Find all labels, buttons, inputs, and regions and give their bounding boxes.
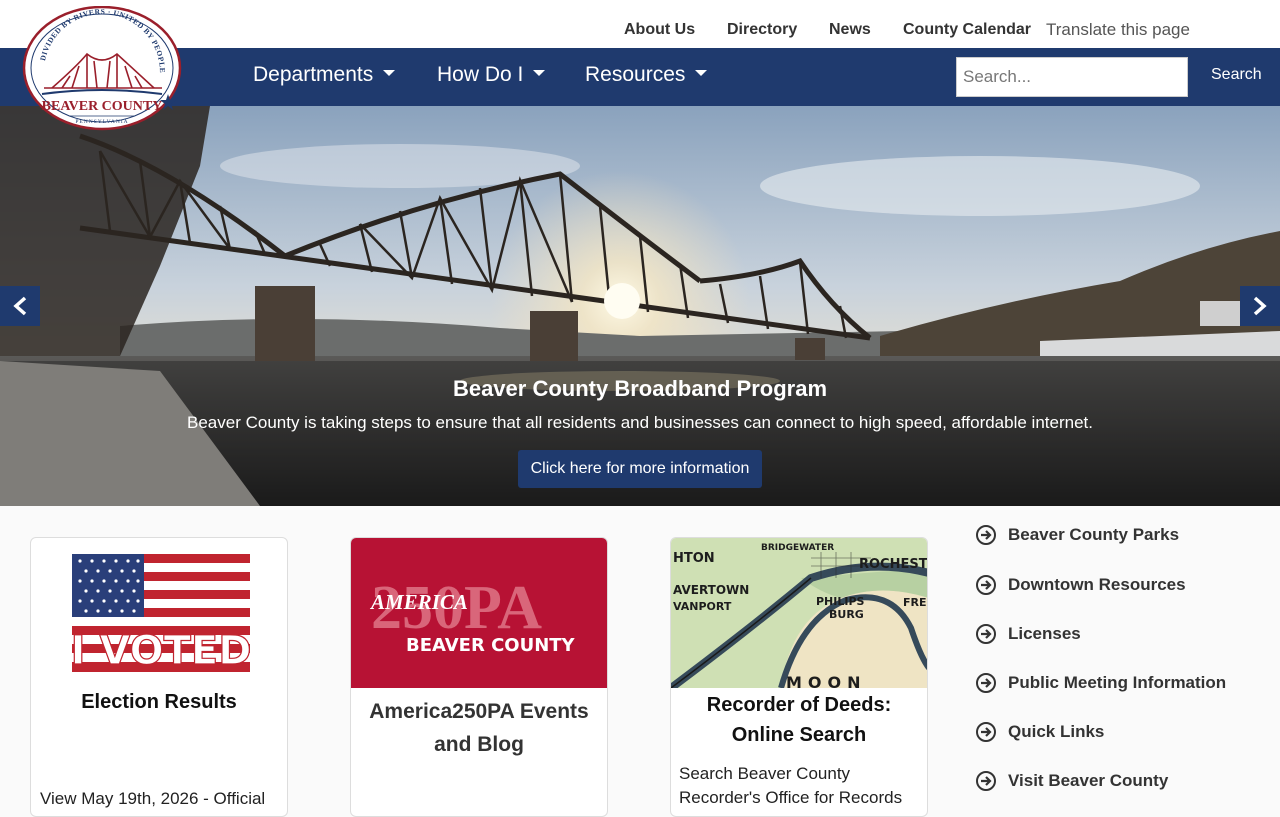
arrow-circle-right-icon bbox=[976, 525, 996, 545]
svg-text:AMERICA: AMERICA bbox=[369, 590, 468, 614]
nav-how-do-i-label: How Do I bbox=[437, 63, 524, 86]
recorder-of-deeds-text-line2: Recorder's Office for Records bbox=[679, 788, 903, 807]
svg-text:PENNSYLVANIA: PENNSYLVANIA bbox=[75, 119, 128, 125]
svg-text:BEAVER COUNTY: BEAVER COUNTY bbox=[406, 635, 576, 656]
more-information-button[interactable]: Click here for more information bbox=[518, 450, 762, 488]
about-us-link[interactable]: About Us bbox=[624, 21, 695, 39]
svg-text:HTON: HTON bbox=[673, 551, 715, 566]
nav-how-do-i[interactable]: How Do I bbox=[437, 63, 546, 87]
carousel-next-button[interactable] bbox=[1240, 286, 1280, 326]
quick-link-label: Beaver County Parks bbox=[1008, 525, 1180, 544]
nav-resources[interactable]: Resources bbox=[585, 63, 708, 87]
chevron-left-icon bbox=[13, 296, 27, 316]
beaver-county-logo[interactable]: DIVIDED BY RIVERS · UNITED BY PEOPLE BEA… bbox=[22, 5, 182, 132]
svg-text:I VOTED: I VOTED bbox=[72, 628, 250, 672]
directory-link[interactable]: Directory bbox=[727, 21, 797, 39]
chevron-down-icon bbox=[695, 70, 708, 77]
svg-text:BEAVER COUNTY: BEAVER COUNTY bbox=[42, 99, 163, 114]
chevron-down-icon bbox=[383, 70, 396, 77]
quick-link-label: Downtown Resources bbox=[1008, 575, 1186, 594]
recorder-of-deeds-text-line1: Search Beaver County bbox=[679, 764, 851, 783]
hero-title: Beaver County Broadband Program bbox=[452, 376, 828, 401]
arrow-circle-right-icon bbox=[976, 575, 996, 595]
news-link[interactable]: News bbox=[829, 21, 871, 39]
hero-carousel: Beaver County Broadband Program Beaver C… bbox=[0, 106, 1280, 506]
arrow-circle-right-icon bbox=[976, 673, 996, 693]
historic-map-image: BRIDGEWATER ROCHESTE HTON AVERTOWN VANPO… bbox=[671, 538, 928, 688]
election-results-text: View May 19th, 2026 - Official bbox=[40, 789, 266, 808]
america250pa-title-line1: America250PA Events bbox=[369, 700, 589, 723]
i-voted-flag-image: I VOTED bbox=[72, 554, 250, 672]
quick-link-label: Public Meeting Information bbox=[1008, 673, 1227, 692]
recorder-of-deeds-title: Recorder of Deeds: Online Search bbox=[671, 690, 927, 750]
svg-text:BURG: BURG bbox=[829, 608, 864, 621]
recorder-of-deeds-title-line1: Recorder of Deeds: bbox=[706, 694, 892, 716]
svg-text:VANPORT: VANPORT bbox=[673, 600, 732, 613]
svg-text:ROCHESTE: ROCHESTE bbox=[859, 557, 928, 572]
nav-resources-label: Resources bbox=[585, 63, 686, 86]
recorder-of-deeds-card[interactable]: BRIDGEWATER ROCHESTE HTON AVERTOWN VANPO… bbox=[670, 537, 928, 817]
main-nav: Departments How Do I Resources Search bbox=[0, 48, 1280, 106]
arrow-circle-right-icon bbox=[976, 722, 996, 742]
nav-departments-label: Departments bbox=[253, 63, 374, 86]
america250pa-title: America250PA Events and Blog bbox=[351, 695, 607, 761]
chevron-down-icon bbox=[533, 70, 546, 77]
svg-text:BRIDGEWATER: BRIDGEWATER bbox=[761, 543, 834, 553]
county-calendar-link[interactable]: County Calendar bbox=[903, 21, 1031, 39]
chevron-right-icon bbox=[1253, 296, 1267, 316]
quick-link-label: Licenses bbox=[1008, 624, 1081, 643]
carousel-prev-button[interactable] bbox=[0, 286, 40, 326]
translate-page-link[interactable]: Translate this page bbox=[1046, 20, 1190, 40]
svg-text:PHILIPS: PHILIPS bbox=[816, 595, 865, 608]
election-results-title: Election Results bbox=[81, 691, 237, 713]
svg-text:FRE: FRE bbox=[903, 596, 927, 609]
quick-link-label: Quick Links bbox=[1008, 722, 1105, 741]
quick-link-label: Visit Beaver County bbox=[1008, 771, 1169, 790]
hero-subtitle: Beaver County is taking steps to ensure … bbox=[187, 413, 1093, 432]
election-results-card[interactable]: I VOTED Election Results View May 19th, … bbox=[30, 537, 288, 817]
search-button[interactable]: Search bbox=[1211, 66, 1262, 84]
arrow-circle-right-icon bbox=[976, 771, 996, 791]
svg-text:MOON: MOON bbox=[786, 673, 867, 688]
svg-text:AVERTOWN: AVERTOWN bbox=[673, 583, 749, 597]
arrow-circle-right-icon bbox=[976, 624, 996, 644]
search-input[interactable] bbox=[956, 57, 1188, 97]
recorder-of-deeds-text: Search Beaver County Recorder's Office f… bbox=[679, 762, 923, 810]
america250pa-logo-image: 250PA AMERICA BEAVER COUNTY bbox=[351, 538, 607, 688]
america250pa-card[interactable]: 250PA AMERICA BEAVER COUNTY America250PA… bbox=[350, 537, 608, 817]
recorder-of-deeds-title-line2: Online Search bbox=[731, 724, 867, 746]
america250pa-title-line2: and Blog bbox=[434, 733, 524, 756]
utility-bar: About Us Directory News County Calendar … bbox=[0, 0, 1280, 48]
nav-departments[interactable]: Departments bbox=[253, 63, 396, 87]
